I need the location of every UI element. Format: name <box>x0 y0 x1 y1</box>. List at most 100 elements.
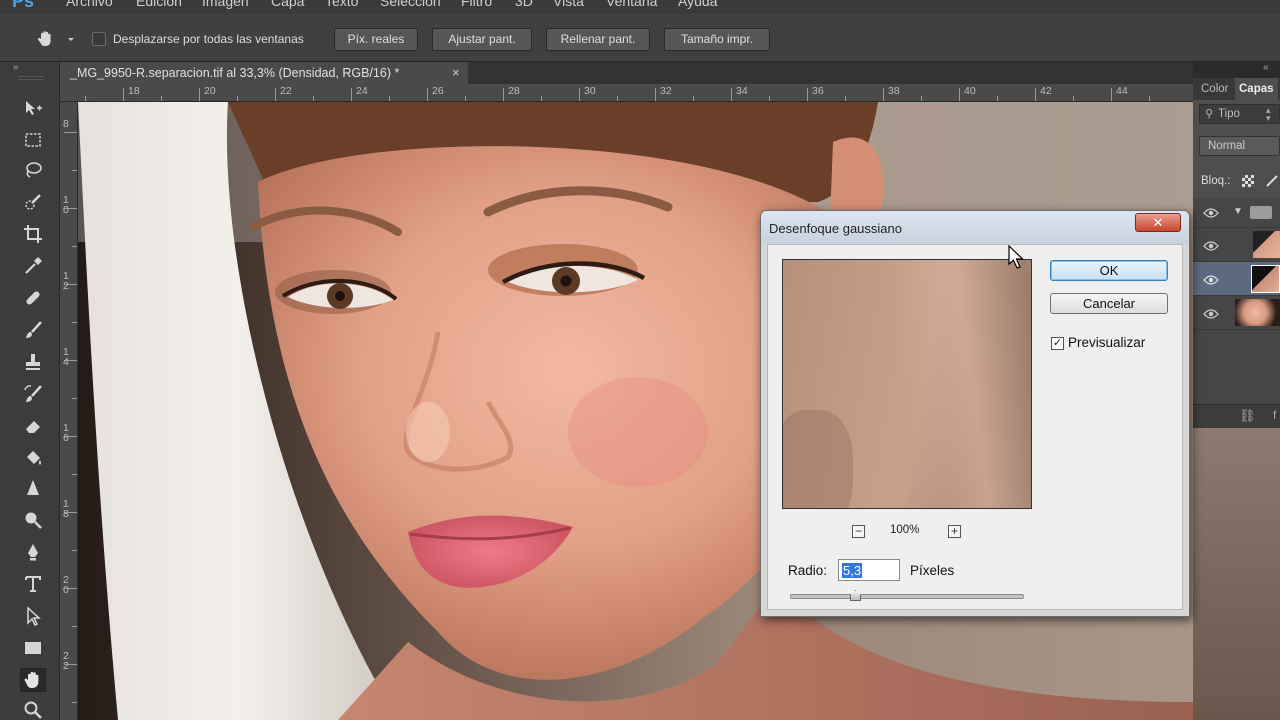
document-tab[interactable]: _MG_9950-R.separacion.tif al 33,3% (Dens… <box>60 62 468 84</box>
ruler-label: 1 4 <box>63 346 69 368</box>
collapse-panel-icon[interactable]: » <box>13 62 19 73</box>
clone-stamp-icon[interactable] <box>20 350 46 374</box>
layer-row-selected[interactable] <box>1193 262 1280 296</box>
blend-mode-value: Normal <box>1208 140 1246 152</box>
fill-screen-button[interactable]: Rellenar pant. <box>546 28 650 51</box>
paint-bucket-icon[interactable] <box>20 446 46 470</box>
layer-filter-select[interactable]: ⚲ Tipo ▴ ▾ <box>1199 104 1280 124</box>
cancel-button[interactable]: Cancelar <box>1050 293 1168 314</box>
folder-icon <box>1250 206 1272 219</box>
menu-archivo[interactable]: Archivo <box>66 0 113 9</box>
ruler-label: 40 <box>964 85 976 97</box>
menu-filtro[interactable]: Filtro <box>461 0 492 9</box>
ok-button[interactable]: OK <box>1050 260 1168 281</box>
layers-panel: « Color Capas ⚲ Tipo ▴▾ Normal Bloq.: ▼ <box>1193 62 1280 720</box>
lasso-tool-icon[interactable] <box>20 158 46 182</box>
ruler-label: 2 2 <box>63 650 69 672</box>
fx-icon[interactable]: f <box>1273 408 1276 422</box>
radius-label: Radio: <box>788 563 828 578</box>
radius-slider[interactable] <box>790 590 1024 601</box>
menu-bar: Ps Archivo Edición Imagen Capa Texto Sel… <box>0 0 1280 14</box>
menu-capa[interactable]: Capa <box>271 0 304 9</box>
blend-mode-select[interactable]: Normal <box>1199 136 1280 156</box>
search-icon: ⚲ <box>1205 108 1214 120</box>
visibility-eye-icon[interactable] <box>1203 239 1219 257</box>
menu-ventana[interactable]: Ventana <box>606 0 657 9</box>
crop-tool-icon[interactable] <box>20 222 46 246</box>
lock-pixels-icon[interactable] <box>1265 173 1280 188</box>
tab-color[interactable]: Color <box>1197 78 1232 100</box>
panel-footer: ⛓ f <box>1193 404 1280 428</box>
dialog-title-bar[interactable]: Desenfoque gaussiano ✕ <box>761 211 1189 244</box>
menu-3d[interactable]: 3D <box>515 0 533 9</box>
menu-edicion[interactable]: Edición <box>136 0 182 9</box>
menu-texto[interactable]: Texto <box>325 0 358 9</box>
ruler-label: 38 <box>888 85 900 97</box>
quick-selection-icon[interactable] <box>20 190 46 214</box>
close-dialog-button[interactable]: ✕ <box>1135 213 1181 232</box>
print-size-button[interactable]: Tamaño impr. <box>664 28 770 51</box>
dropdown-arrows-icon: ▴ ▾ <box>1266 105 1271 123</box>
ruler-label: 28 <box>508 85 520 97</box>
ruler-label: 20 <box>204 85 216 97</box>
layer-row[interactable] <box>1193 228 1280 262</box>
ruler-label: 30 <box>584 85 596 97</box>
eyedropper-icon[interactable] <box>20 254 46 278</box>
lock-label: Bloq.: <box>1201 175 1231 187</box>
zoom-out-button[interactable]: − <box>852 525 865 538</box>
collapse-panel-icon[interactable]: « <box>1263 62 1269 73</box>
type-tool-icon[interactable] <box>20 572 46 596</box>
path-selection-icon[interactable] <box>20 604 46 628</box>
menu-vista[interactable]: Vista <box>553 0 584 9</box>
preview-checkbox[interactable]: ✓ <box>1051 337 1064 350</box>
rectangle-tool-icon[interactable] <box>20 636 46 660</box>
layer-thumbnail <box>1251 265 1280 293</box>
filter-preview[interactable] <box>782 259 1032 509</box>
mouse-cursor <box>1008 244 1026 271</box>
radius-slider-thumb[interactable] <box>849 590 861 601</box>
visibility-eye-icon[interactable] <box>1203 307 1219 325</box>
panel-tabs: Color Capas <box>1193 78 1280 100</box>
menu-ayuda[interactable]: Ayuda <box>678 0 717 9</box>
visibility-eye-icon[interactable] <box>1203 206 1219 224</box>
radius-value: 5,3 <box>842 563 863 578</box>
horizontal-ruler: 18 20 22 24 26 28 30 32 34 36 38 40 42 4… <box>60 84 1193 102</box>
hand-tool-preset-icon[interactable] <box>36 30 76 48</box>
scroll-all-windows-checkbox[interactable] <box>92 32 106 46</box>
link-layers-icon[interactable]: ⛓ <box>1239 408 1256 424</box>
ruler-label: 1 6 <box>63 422 69 444</box>
radius-input[interactable]: 5,3 <box>838 559 900 581</box>
layer-thumbnail <box>1235 299 1280 326</box>
fit-screen-button[interactable]: Ajustar pant. <box>432 28 532 51</box>
panel-empty-area <box>1193 428 1280 720</box>
actual-pixels-button[interactable]: Píx. reales <box>334 28 418 51</box>
ruler-label: 24 <box>356 85 368 97</box>
move-tool-icon[interactable] <box>20 96 46 120</box>
ruler-label: 2 0 <box>63 574 69 596</box>
ruler-label: 1 2 <box>63 270 69 292</box>
preview-shadow <box>783 410 853 508</box>
ruler-label: 44 <box>1116 85 1128 97</box>
expand-group-icon[interactable]: ▼ <box>1233 206 1243 217</box>
layer-row[interactable] <box>1193 296 1280 330</box>
pen-tool-icon[interactable] <box>20 540 46 564</box>
dodge-tool-icon[interactable] <box>20 508 46 532</box>
close-tab-icon[interactable]: × <box>452 62 460 84</box>
vertical-ruler: 8 1 0 1 2 1 4 1 6 1 8 2 0 2 2 <box>60 102 78 720</box>
rectangular-marquee-icon[interactable] <box>20 128 46 152</box>
hand-tool-icon[interactable] <box>20 668 46 692</box>
tab-layers[interactable]: Capas <box>1235 78 1278 100</box>
layer-row-group[interactable]: ▼ <box>1193 198 1280 228</box>
zoom-tool-icon[interactable] <box>20 698 46 720</box>
brush-tool-icon[interactable] <box>20 318 46 342</box>
history-brush-icon[interactable] <box>20 382 46 406</box>
eraser-tool-icon[interactable] <box>20 414 46 438</box>
dialog-body: − 100% + OK Cancelar ✓ Previsualizar Rad… <box>767 244 1183 610</box>
sharpen-tool-icon[interactable] <box>20 476 46 500</box>
menu-seleccion[interactable]: Selección <box>380 0 441 9</box>
lock-transparent-icon[interactable] <box>1242 175 1254 187</box>
visibility-eye-icon[interactable] <box>1203 273 1219 291</box>
menu-imagen[interactable]: Imagen <box>202 0 249 9</box>
healing-brush-icon[interactable] <box>20 286 46 310</box>
zoom-in-button[interactable]: + <box>948 525 961 538</box>
